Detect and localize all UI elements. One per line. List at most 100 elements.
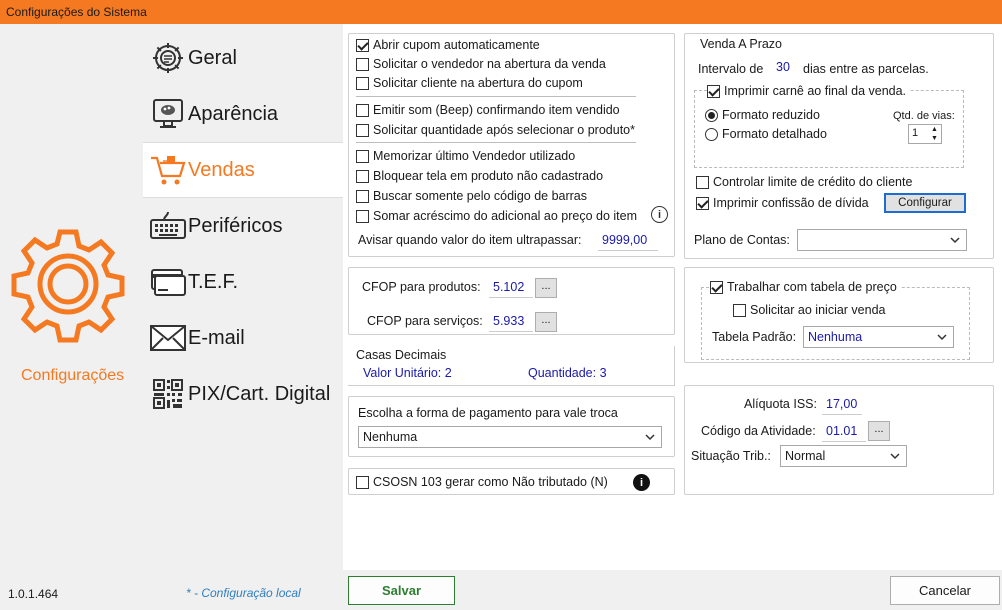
sidebar-item-label: T.E.F. <box>188 270 239 293</box>
sidebar-item-geral[interactable]: Geral <box>143 30 343 86</box>
option-solicitar-quantidade[interactable]: Solicitar quantidade após selecionar o p… <box>356 123 635 137</box>
divider <box>356 96 636 97</box>
iss-group: Alíquota ISS: 17,00 Código da Atividade:… <box>684 385 994 495</box>
cfop-servicos-label: CFOP para serviços: <box>367 314 483 328</box>
option-emitir-som[interactable]: Emitir som (Beep) confirmando item vendi… <box>356 103 620 117</box>
option-label: Solicitar quantidade após selecionar o p… <box>373 123 635 137</box>
radio-formato-detalhado[interactable]: Formato detalhado <box>705 127 827 141</box>
info-icon[interactable]: i <box>651 206 668 223</box>
sidebar-item-label: E-mail <box>188 326 245 349</box>
option-label: Solicitar o vendedor na abertura da vend… <box>373 57 606 71</box>
sidebar-menu: Geral Aparência Vendas Periféricos T.E.F… <box>143 30 343 422</box>
checkbox[interactable] <box>356 169 369 183</box>
checkbox[interactable] <box>356 123 369 137</box>
option-label: Trabalhar com tabela de preço <box>727 280 897 294</box>
radio-label: Formato reduzido <box>722 108 820 122</box>
sidebar-item-label: Periféricos <box>188 214 283 237</box>
option-memorizar-vendedor[interactable]: Memorizar último Vendedor utilizado <box>356 149 575 163</box>
tabela-padrao-select[interactable]: Nenhuma <box>803 326 954 348</box>
checkbox[interactable] <box>356 189 369 203</box>
option-somar-acrescimo[interactable]: Somar acréscimo do adicional ao preço do… <box>356 209 637 223</box>
sidebar-item-perifericos[interactable]: Periféricos <box>143 198 343 254</box>
codigo-atividade-input[interactable]: 01.01 <box>822 421 866 442</box>
quantidade-value[interactable]: 3 <box>600 366 607 380</box>
option-buscar-codigo[interactable]: Buscar somente pelo código de barras <box>356 189 587 203</box>
chevron-down-icon <box>950 237 960 244</box>
vale-troca-group: Escolha a forma de pagamento para vale t… <box>348 396 675 457</box>
checkbox[interactable] <box>356 149 369 163</box>
info-icon[interactable]: i <box>633 474 650 491</box>
situacao-trib-label: Situação Trib.: <box>691 449 771 463</box>
option-label: Abrir cupom automaticamente <box>373 38 540 52</box>
casas-decimais-title: Casas Decimais <box>356 348 447 362</box>
cfop-servicos-lookup-button[interactable]: ... <box>535 312 557 332</box>
radio-label: Formato detalhado <box>722 127 827 141</box>
option-trabalhar-tabela[interactable]: Trabalhar com tabela de preço <box>710 280 900 294</box>
option-bloquear-tela[interactable]: Bloquear tela em produto não cadastrado <box>356 169 603 183</box>
plano-contas-select[interactable] <box>797 229 967 251</box>
checkbox[interactable] <box>356 209 369 223</box>
sidebar-item-aparencia[interactable]: Aparência <box>143 86 343 142</box>
cfop-produtos-input[interactable]: 5.102 <box>489 277 533 298</box>
sidebar-item-email[interactable]: E-mail <box>143 310 343 366</box>
checkbox[interactable] <box>356 475 369 489</box>
divider <box>356 142 636 143</box>
cfop-produtos-lookup-button[interactable]: ... <box>535 278 557 298</box>
option-label: Imprimir confissão de dívida <box>713 196 869 210</box>
configurar-button[interactable]: Configurar <box>884 193 966 213</box>
aliquota-iss-input[interactable]: 17,00 <box>822 394 862 415</box>
qtd-vias-label: Qtd. de vias: <box>893 110 955 122</box>
option-solicitar-tabela[interactable]: Solicitar ao iniciar venda <box>733 303 886 317</box>
sidebar-item-vendas[interactable]: Vendas <box>143 142 343 198</box>
option-controlar-limite[interactable]: Controlar limite de crédito do cliente <box>696 175 912 189</box>
qtd-vias-stepper[interactable]: 1 ▲ ▼ <box>908 124 942 144</box>
checkbox[interactable] <box>356 103 369 117</box>
option-imprimir-carne[interactable]: Imprimir carnê ao final da venda. <box>707 84 910 98</box>
option-solicitar-vendedor[interactable]: Solicitar o vendedor na abertura da vend… <box>356 57 606 71</box>
vale-troca-select[interactable]: Nenhuma <box>358 426 662 448</box>
save-button[interactable]: Salvar <box>348 576 455 605</box>
option-imprimir-confissao[interactable]: Imprimir confissão de dívida <box>696 196 869 210</box>
qr-code-icon <box>148 374 188 414</box>
radio-formato-reduzido[interactable]: Formato reduzido <box>705 108 820 122</box>
sidebar-item-pix[interactable]: PIX/Cart. Digital <box>143 366 343 422</box>
option-csosn[interactable]: CSOSN 103 gerar como Não tributado (N) <box>356 475 608 489</box>
checkbox[interactable] <box>696 175 709 189</box>
cancel-button[interactable]: Cancelar <box>890 576 1000 605</box>
radio-button[interactable] <box>705 127 718 141</box>
option-solicitar-cliente[interactable]: Solicitar cliente na abertura do cupom <box>356 76 583 90</box>
option-label: Solicitar ao iniciar venda <box>750 303 886 317</box>
checkbox[interactable] <box>356 38 369 52</box>
aliquota-iss-label: Alíquota ISS: <box>744 397 817 411</box>
sales-options-group: Abrir cupom automaticamente Solicitar o … <box>348 33 675 257</box>
situacao-trib-select[interactable]: Normal <box>780 445 907 467</box>
option-label: Buscar somente pelo código de barras <box>373 189 588 203</box>
checkbox[interactable] <box>696 196 709 210</box>
sidebar-item-tef[interactable]: T.E.F. <box>143 254 343 310</box>
venda-prazo-group: Venda A Prazo Intervalo de 30 dias entre… <box>684 33 994 259</box>
tabela-padrao-label: Tabela Padrão: <box>712 330 797 344</box>
local-config-note: * - Configuração local <box>186 586 301 600</box>
avisar-valor-input[interactable]: 9999,00 <box>598 230 658 251</box>
radio-button[interactable] <box>705 108 718 122</box>
checkbox[interactable] <box>356 76 369 90</box>
spin-down-icon[interactable]: ▼ <box>929 135 940 143</box>
intervalo-input[interactable]: 30 <box>776 60 790 74</box>
option-label: Memorizar último Vendedor utilizado <box>373 149 576 163</box>
cfop-servicos-input[interactable]: 5.933 <box>489 311 533 332</box>
option-abrir-cupom[interactable]: Abrir cupom automaticamente <box>356 38 540 52</box>
gear-settings-icon <box>148 38 188 78</box>
checkbox[interactable] <box>710 280 723 294</box>
csosn-group: CSOSN 103 gerar como Não tributado (N) i <box>348 468 675 495</box>
sidebar: Geral Aparência Vendas Periféricos T.E.F… <box>0 24 343 610</box>
codigo-atividade-lookup-button[interactable]: ... <box>868 421 890 441</box>
chevron-down-icon <box>645 434 655 441</box>
checkbox[interactable] <box>707 84 720 98</box>
checkbox[interactable] <box>733 303 746 317</box>
spin-up-icon[interactable]: ▲ <box>929 126 940 134</box>
chevron-down-icon <box>937 334 947 341</box>
main-panel: Abrir cupom automaticamente Solicitar o … <box>343 24 1002 570</box>
avisar-valor-label: Avisar quando valor do item ultrapassar: <box>358 233 582 247</box>
checkbox[interactable] <box>356 57 369 71</box>
valor-unitario-value[interactable]: 2 <box>445 366 452 380</box>
